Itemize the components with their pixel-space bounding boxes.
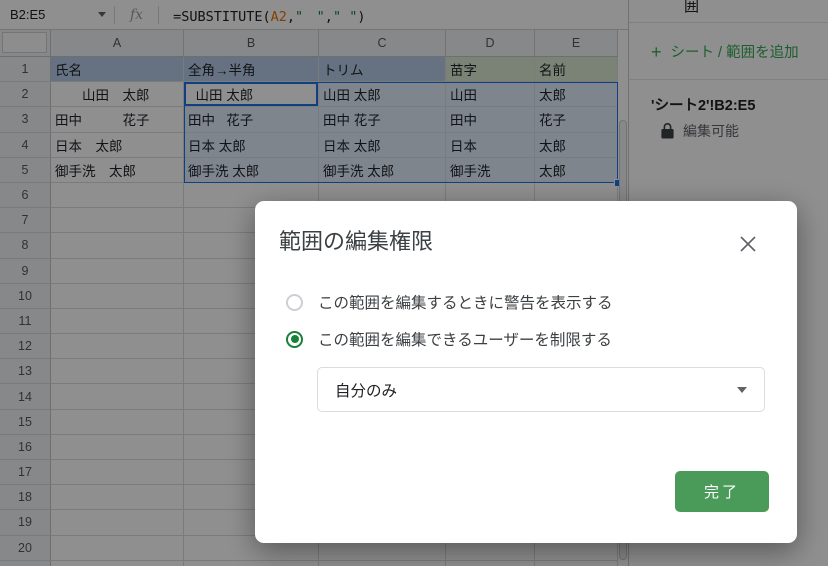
range-permissions-dialog: 範囲の編集権限 この範囲を編集するときに警告を表示する この範囲を編集できるユー… [255,201,797,543]
dropdown-value: 自分のみ [335,379,397,401]
radio-show-warning[interactable]: この範囲を編集するときに警告を表示する [286,291,613,313]
radio-unselected-icon[interactable] [286,294,303,311]
done-button[interactable]: 完了 [675,471,769,512]
permission-dropdown[interactable]: 自分のみ [317,367,765,412]
radio-warning-label: この範囲を編集するときに警告を表示する [318,291,613,313]
radio-selected-icon[interactable] [286,331,303,348]
dialog-title: 範囲の編集権限 [279,224,433,256]
radio-restrict-users[interactable]: この範囲を編集できるユーザーを制限する [286,328,612,350]
dropdown-caret-icon [737,387,747,393]
close-icon[interactable] [739,235,757,253]
radio-restrict-label: この範囲を編集できるユーザーを制限する [318,328,612,350]
